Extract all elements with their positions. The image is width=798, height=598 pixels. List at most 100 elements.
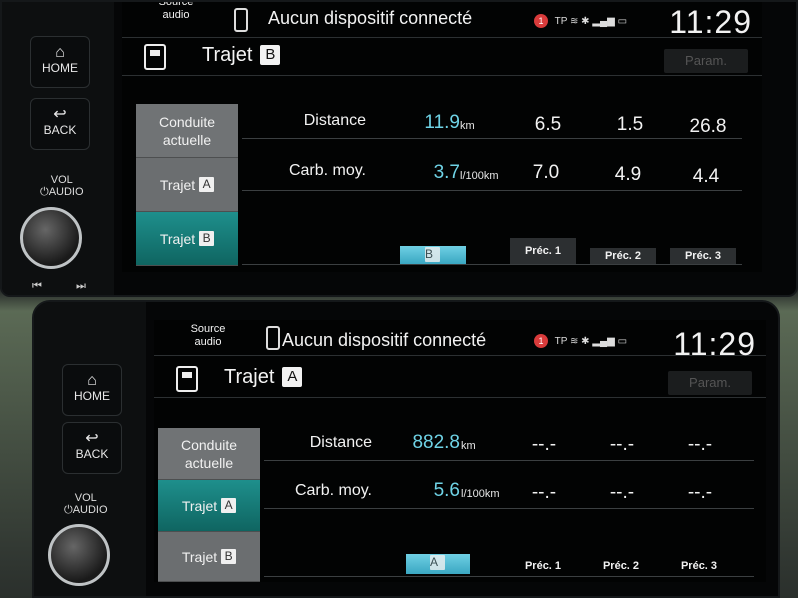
audio-text: AUDIO bbox=[48, 186, 84, 198]
distance-label: Distance bbox=[309, 434, 372, 451]
prec-3-label: Préc. 3 bbox=[680, 560, 718, 572]
history-fuel-3: --.- bbox=[687, 482, 713, 503]
trip-mode-list: Conduite actuelle Trajet A Trajet B bbox=[136, 104, 238, 266]
chart-baseline bbox=[242, 264, 742, 265]
back-icon: ↩ bbox=[85, 430, 99, 447]
prec-1-label: Préc. 1 bbox=[510, 238, 576, 264]
title-bar: Trajet B Param. bbox=[122, 40, 762, 76]
infotainment-panel-top: ⌂ HOME ↩ BACK VOL ⏻AUDIO ⏮ ⏭ Source audi… bbox=[0, 0, 798, 297]
page-title: Trajet A bbox=[224, 366, 303, 389]
mode-trip-a[interactable]: Trajet A bbox=[136, 158, 238, 212]
bluetooth-icon: ✱ bbox=[581, 336, 590, 347]
home-label: HOME bbox=[42, 61, 78, 75]
home-label: HOME bbox=[74, 389, 110, 403]
history-distance-1: 6.5 bbox=[534, 114, 562, 135]
fuel-value: 5.6 bbox=[433, 480, 460, 501]
notification-badge[interactable]: 1 bbox=[534, 334, 548, 348]
notification-badge[interactable]: 1 bbox=[534, 14, 548, 28]
bezel-left: ⌂ HOME ↩ BACK VOL ⏻AUDIO bbox=[34, 302, 146, 596]
back-button[interactable]: ↩ BACK bbox=[30, 98, 90, 150]
vol-text: VOL bbox=[74, 492, 97, 504]
fuel-value: 3.7 bbox=[433, 162, 460, 183]
mode-trip-b[interactable]: Trajet B bbox=[158, 532, 260, 582]
device-status: Aucun dispositif connecté bbox=[268, 8, 473, 28]
mode-trip-a-label: Trajet bbox=[159, 176, 196, 193]
mode-trip-b-letter: B bbox=[221, 549, 237, 564]
home-button[interactable]: ⌂ HOME bbox=[30, 36, 90, 88]
title-bar: Trajet A Param. bbox=[154, 362, 766, 398]
tp-indicator: TP bbox=[554, 16, 568, 27]
back-label: BACK bbox=[75, 447, 109, 461]
prec-3-label: Préc. 3 bbox=[670, 248, 736, 264]
status-icons: 1 TP ≋ ✱ ▂▄▆ ▭ bbox=[534, 334, 627, 348]
divider bbox=[242, 138, 742, 139]
mode-current-drive[interactable]: Conduite actuelle bbox=[136, 104, 238, 158]
divider bbox=[264, 460, 754, 461]
clock: 11:29 bbox=[669, 4, 752, 40]
next-track-icon[interactable]: ⏭ bbox=[76, 280, 87, 293]
volume-knob[interactable] bbox=[48, 524, 110, 586]
power-icon: ⏻ bbox=[40, 186, 49, 198]
vol-text: VOL bbox=[50, 174, 73, 186]
trip-mode-list: Conduite actuelle Trajet A Trajet B bbox=[158, 428, 260, 582]
distance-unit: km bbox=[461, 440, 476, 452]
bezel-left: ⌂ HOME ↩ BACK VOL ⏻AUDIO ⏮ ⏭ bbox=[2, 2, 114, 295]
signal-icon: ▂▄▆ bbox=[592, 336, 615, 347]
settings-button[interactable]: Param. bbox=[664, 49, 748, 73]
back-button[interactable]: ↩ BACK bbox=[62, 422, 122, 474]
fuel-label: Carb. moy. bbox=[288, 162, 366, 179]
history-fuel-1: 7.0 bbox=[532, 162, 560, 183]
fuel-unit: l/100km bbox=[460, 170, 499, 182]
page-title-text: Trajet bbox=[202, 44, 253, 66]
photo: ⌂ HOME ↩ BACK VOL ⏻AUDIO ⏮ ⏭ Source audi… bbox=[0, 0, 798, 598]
distance-value: 882.8 bbox=[412, 432, 460, 453]
mode-trip-b-letter: B bbox=[199, 231, 215, 246]
home-button[interactable]: ⌂ HOME bbox=[62, 364, 122, 416]
fuel-label: Carb. moy. bbox=[294, 482, 372, 499]
prec-2-label: Préc. 2 bbox=[590, 248, 656, 264]
audio-source-button[interactable]: Source audio bbox=[164, 323, 252, 349]
history-fuel-2: --.- bbox=[609, 482, 635, 503]
page-title-text: Trajet bbox=[224, 366, 275, 388]
battery-icon: ▭ bbox=[617, 16, 628, 27]
infotainment-panel-bottom: ⌂ HOME ↩ BACK VOL ⏻AUDIO Source audio Au… bbox=[32, 300, 780, 598]
history-distance-2: --.- bbox=[609, 434, 635, 455]
prec-2-label: Préc. 2 bbox=[602, 560, 640, 572]
mode-trip-a[interactable]: Trajet A bbox=[158, 480, 260, 532]
mode-trip-b-label: Trajet bbox=[181, 548, 218, 565]
history-distance-2: 1.5 bbox=[616, 114, 644, 135]
back-label: BACK bbox=[43, 123, 77, 137]
bluetooth-icon: ✱ bbox=[581, 16, 590, 27]
current-trip-bar: A bbox=[406, 554, 470, 574]
audio-source-button[interactable]: Source audio bbox=[132, 2, 220, 22]
tp-indicator: TP bbox=[554, 336, 568, 347]
current-trip-bar: B bbox=[400, 246, 466, 264]
mode-trip-a-letter: A bbox=[221, 498, 237, 513]
distance-label: Distance bbox=[303, 112, 366, 129]
settings-button[interactable]: Param. bbox=[668, 371, 752, 395]
history-fuel-1: --.- bbox=[531, 482, 557, 503]
history-fuel-3: 4.4 bbox=[692, 166, 720, 187]
volume-knob[interactable] bbox=[20, 207, 82, 269]
home-icon: ⌂ bbox=[55, 44, 65, 61]
distance-value: 11.9 bbox=[424, 112, 460, 133]
screen-bottom: Source audio Aucun dispositif connecté 1… bbox=[154, 320, 766, 582]
chart-baseline bbox=[264, 576, 754, 577]
mode-trip-b[interactable]: Trajet B bbox=[136, 212, 238, 266]
status-icons: 1 TP ≋ ✱ ▂▄▆ ▭ bbox=[534, 14, 627, 28]
prev-track-icon[interactable]: ⏮ bbox=[32, 280, 43, 293]
phone-icon bbox=[234, 8, 248, 32]
history-distance-3: 26.8 bbox=[689, 116, 727, 137]
fuel-pump-icon bbox=[176, 366, 198, 392]
page-title: Trajet B bbox=[202, 44, 281, 67]
trip-letter-badge: B bbox=[260, 45, 281, 65]
history-fuel-2: 4.9 bbox=[614, 164, 642, 185]
fuel-pump-icon bbox=[144, 44, 166, 70]
back-icon: ↩ bbox=[53, 106, 67, 123]
vol-label: VOL ⏻AUDIO bbox=[40, 174, 84, 198]
battery-icon: ▭ bbox=[617, 336, 628, 347]
history-distance-3: --.- bbox=[687, 434, 713, 455]
mode-trip-b-label: Trajet bbox=[159, 230, 196, 247]
mode-current-drive[interactable]: Conduite actuelle bbox=[158, 428, 260, 480]
home-icon: ⌂ bbox=[87, 372, 97, 389]
